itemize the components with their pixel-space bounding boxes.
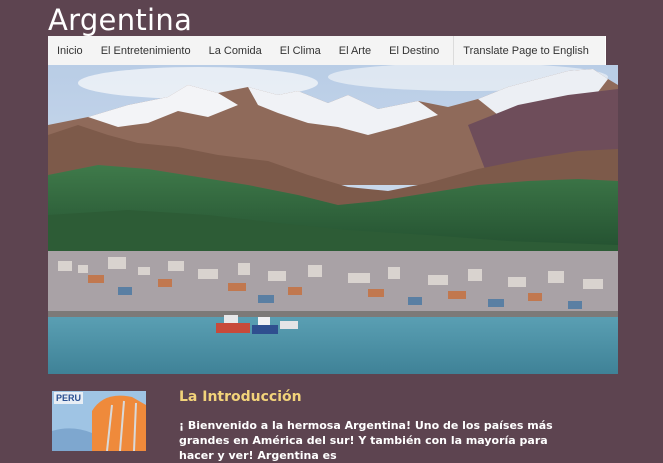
translate-page-link[interactable]: Translate Page to English [453, 36, 598, 65]
nav-item-clima[interactable]: El Clima [271, 36, 330, 65]
hero-image [48, 65, 618, 374]
site-title: Argentina [48, 3, 193, 37]
intro-paragraph: ¡ Bienvenido a la hermosa Argentina! Uno… [179, 419, 553, 462]
thumbnail-label: PERU [54, 392, 84, 404]
nav-item-inicio[interactable]: Inicio [48, 36, 92, 65]
nav-item-destino[interactable]: El Destino [380, 36, 448, 65]
nav-item-arte[interactable]: El Arte [330, 36, 380, 65]
main-navigation: Inicio El Entretenimiento La Comida El C… [48, 36, 606, 65]
section-heading: La Introducción [179, 389, 302, 405]
intro-thumbnail-image: PERU [52, 391, 146, 451]
nav-item-entretenimiento[interactable]: El Entretenimiento [92, 36, 200, 65]
nav-item-comida[interactable]: La Comida [200, 36, 271, 65]
